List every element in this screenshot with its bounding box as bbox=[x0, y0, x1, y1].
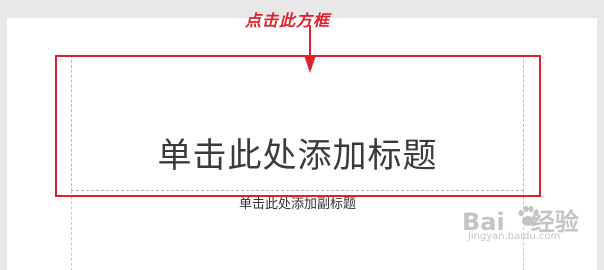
subtitle-placeholder[interactable]: 单击此处添加副标题 bbox=[71, 191, 524, 270]
screenshot-stage: 单击此处添加标题 单击此处添加副标题 点击此方框 Bai 经验 jingyan.b… bbox=[0, 0, 604, 270]
title-placeholder[interactable]: 单击此处添加标题 bbox=[71, 55, 524, 191]
title-placeholder-text: 单击此处添加标题 bbox=[157, 136, 438, 176]
baidu-watermark: Bai 经验 jingyan.baidu.com bbox=[462, 202, 602, 268]
arrow-down-icon bbox=[304, 25, 316, 73]
paw-icon bbox=[518, 205, 539, 226]
watermark-url: jingyan.baidu.com bbox=[468, 231, 561, 242]
subtitle-placeholder-text: 单击此处添加副标题 bbox=[238, 197, 356, 212]
